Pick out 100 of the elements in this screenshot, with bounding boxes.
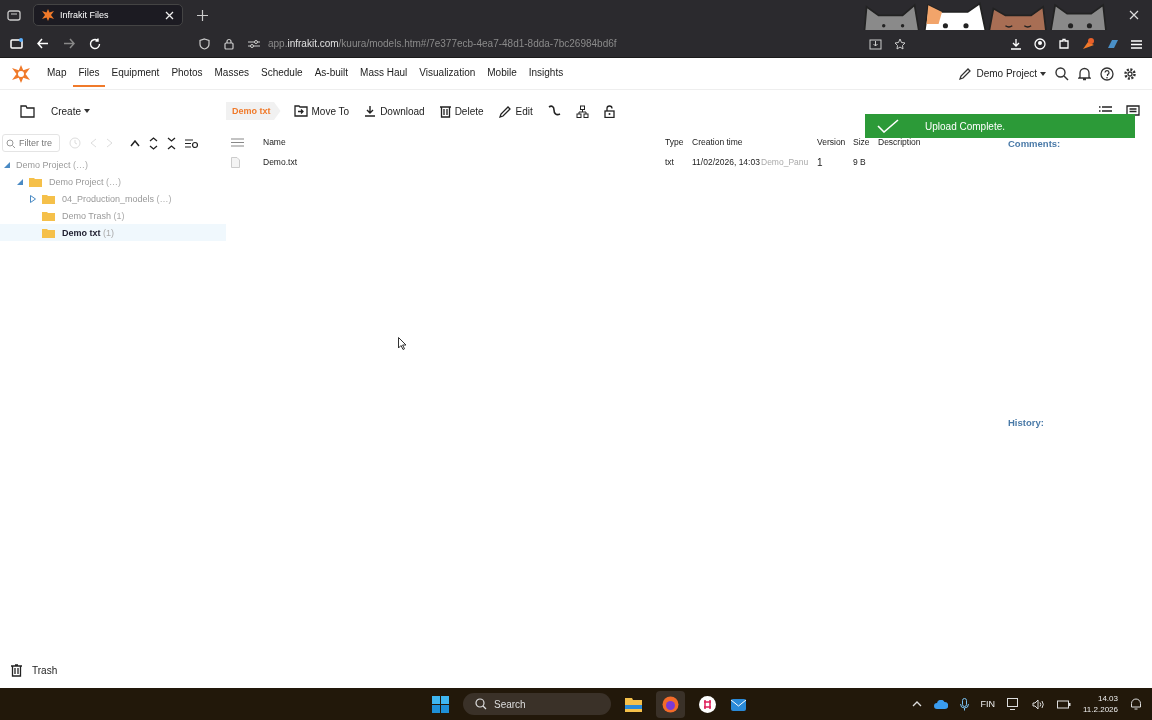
nav-tab[interactable]: Insights: [523, 60, 569, 87]
tree-button[interactable]: [573, 102, 591, 120]
table-cell: Demo_Panu: [761, 157, 809, 167]
project-dropdown[interactable]: Demo Project: [976, 68, 1046, 79]
trash-link[interactable]: Trash: [32, 665, 58, 676]
taskbar-search-field[interactable]: Search: [463, 693, 611, 715]
tree-label: Demo Trash (1): [62, 210, 125, 221]
folder-icon: [42, 193, 55, 204]
speaker-icon[interactable]: [1032, 698, 1045, 710]
chevron-up-icon[interactable]: [130, 139, 140, 147]
filter-field[interactable]: Filter tre: [2, 134, 60, 152]
forward-icon[interactable]: [63, 38, 75, 49]
url-field[interactable]: app.infrakit.com/kuura/models.htm#/7e377ecb-4ea7-48d1-8dda-7bc26984bd6f: [268, 38, 617, 49]
column-header[interactable]: Size: [853, 137, 878, 147]
lock-button[interactable]: [601, 102, 617, 120]
nav-tab[interactable]: Visualization: [414, 60, 481, 87]
table-cell: txt: [665, 157, 674, 167]
column-header[interactable]: Description: [878, 137, 1008, 147]
nav-tab[interactable]: Files: [73, 60, 105, 87]
column-header[interactable]: Type: [665, 137, 692, 147]
star-icon[interactable]: [894, 38, 906, 50]
nav-tab[interactable]: Map: [42, 60, 72, 87]
column-header[interactable]: Creation time: [692, 137, 761, 147]
toast-message: Upload Complete.: [925, 120, 1006, 132]
table-cell: 9 B: [853, 157, 866, 167]
nav-tab[interactable]: Mass Haul: [355, 60, 413, 87]
create-dropdown[interactable]: Create: [51, 105, 90, 117]
nav-tab[interactable]: Mobile: [482, 60, 522, 87]
trash-icon[interactable]: [11, 664, 22, 677]
language-indicator[interactable]: FIN: [980, 699, 995, 709]
nav-tab[interactable]: As-built: [309, 60, 354, 87]
chat-app-icon[interactable]: [699, 695, 716, 713]
tree-label: Demo Project (…): [49, 176, 122, 187]
table-cell: 1: [817, 156, 823, 168]
trash-icon: [439, 104, 451, 118]
windows-start-icon[interactable]: [432, 695, 449, 713]
browser-tab[interactable]: Infrakit Files: [33, 4, 183, 26]
sidebar-icon[interactable]: [10, 38, 23, 49]
download-button[interactable]: Download: [362, 103, 427, 119]
pencil-icon: [958, 66, 973, 81]
extension-icon[interactable]: [1058, 38, 1070, 50]
search-icon: [6, 139, 16, 149]
caret-icon: [1040, 71, 1046, 76]
move-button[interactable]: Move To: [291, 103, 352, 119]
close-icon[interactable]: [1129, 10, 1139, 20]
file-icon: [231, 156, 240, 168]
edit-button[interactable]: Edit: [496, 102, 535, 120]
network-icon[interactable]: [1007, 698, 1020, 710]
folder-icon: [42, 210, 55, 221]
nav-tab[interactable]: Equipment: [106, 60, 165, 87]
checkmark-icon: [877, 119, 899, 133]
microphone-icon[interactable]: [959, 697, 969, 711]
folder-icon: [42, 227, 55, 238]
extension-icon[interactable]: [1082, 38, 1095, 50]
folder-icon[interactable]: [20, 104, 35, 118]
reload-icon[interactable]: [89, 37, 101, 50]
search-icon[interactable]: [1055, 66, 1069, 81]
table-cell[interactable]: Demo.txt: [263, 157, 297, 167]
hierarchy-icon: [575, 104, 589, 118]
logo-icon[interactable]: [12, 64, 30, 83]
nav-tab[interactable]: Masses: [209, 60, 254, 87]
tree-settings-icon[interactable]: [185, 137, 198, 149]
cloud-icon[interactable]: [933, 699, 948, 709]
permissions-icon[interactable]: [248, 38, 260, 49]
caret-icon: [84, 109, 90, 113]
collapse-icon[interactable]: [167, 136, 176, 150]
folder-icon[interactable]: [625, 696, 642, 712]
notification-icon[interactable]: [1130, 698, 1142, 710]
comment-icon[interactable]: [1126, 104, 1140, 118]
screenshot-icon[interactable]: [869, 38, 882, 50]
clock-date[interactable]: 11.2.2026: [1083, 704, 1118, 715]
unlock-icon: [603, 104, 615, 118]
column-header[interactable]: Version: [817, 137, 853, 147]
mouse-cursor-icon: [398, 337, 407, 350]
tab-list-icon[interactable]: [7, 9, 21, 21]
pencil-icon: [498, 104, 512, 118]
expand-icon[interactable]: [149, 136, 158, 150]
account-icon[interactable]: [1034, 38, 1046, 50]
nav-tab[interactable]: Schedule: [256, 60, 308, 87]
clock-time[interactable]: 14.03: [1097, 693, 1118, 704]
settings-icon[interactable]: [1123, 66, 1137, 81]
battery-icon[interactable]: [1057, 699, 1071, 709]
shield-icon[interactable]: [199, 37, 210, 50]
help-icon[interactable]: [1100, 66, 1114, 81]
tree-item[interactable]: Demo txt (1): [0, 224, 226, 241]
lock-icon[interactable]: [224, 37, 234, 50]
collapsed-icon[interactable]: [30, 194, 36, 203]
expanded-icon[interactable]: [4, 161, 10, 168]
close-icon[interactable]: [165, 10, 174, 20]
bell-icon[interactable]: [1078, 66, 1091, 81]
browser-icon[interactable]: [662, 695, 679, 713]
logo-icon: [42, 9, 54, 21]
tree-label: Demo txt (1): [62, 227, 114, 238]
folder-arrow-icon: [293, 105, 308, 117]
delete-button[interactable]: Delete: [437, 102, 486, 120]
nav-tab[interactable]: Photos: [166, 60, 208, 87]
expanded-icon[interactable]: [17, 178, 23, 185]
new-tab-icon[interactable]: [197, 9, 208, 21]
download-icon[interactable]: [1010, 38, 1022, 50]
column-header[interactable]: Name: [263, 137, 665, 147]
